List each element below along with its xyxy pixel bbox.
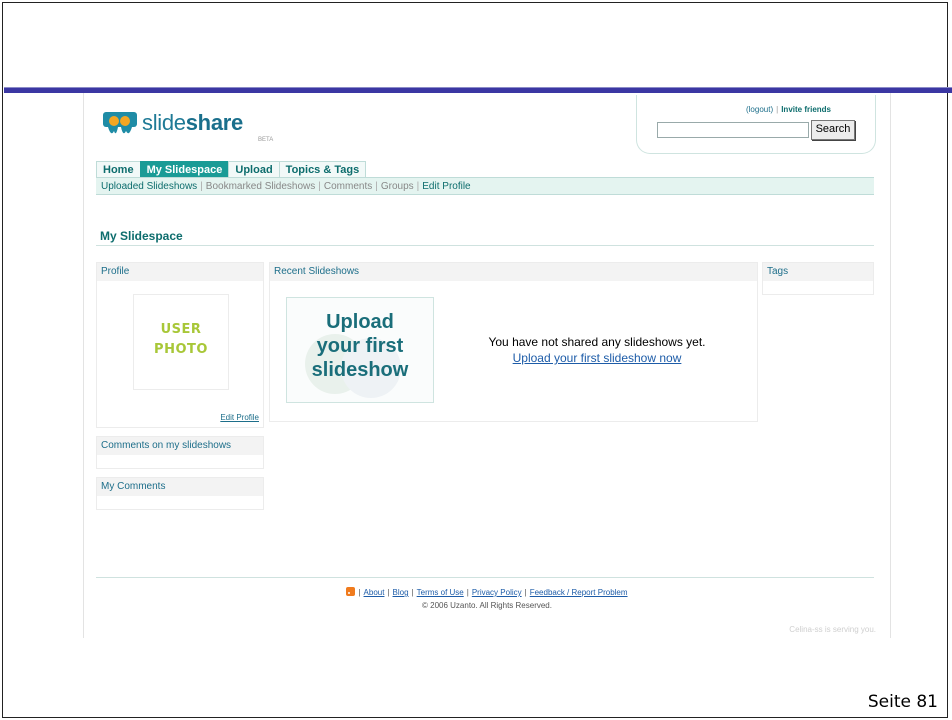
upload-first-slideshow-tile[interactable]: Upload your first slideshow: [286, 297, 434, 403]
search-input[interactable]: [657, 122, 809, 138]
tab-my-slidespace[interactable]: My Slidespace: [139, 161, 229, 177]
tags-heading: Tags: [763, 263, 873, 281]
subnav-groups[interactable]: Groups: [381, 181, 414, 192]
upload-first-slideshow-link[interactable]: Upload your first slideshow now: [462, 351, 732, 365]
tags-panel: Tags: [762, 262, 874, 295]
recent-slideshows-panel: Recent Slideshows Upload your first slid…: [269, 262, 758, 422]
page-title: My Slidespace: [100, 229, 183, 243]
footer-links: | About | Blog | Terms of Use | Privacy Policy |…: [84, 587, 890, 597]
title-divider: [96, 245, 874, 246]
slideshare-logo[interactable]: slideshare BETA: [102, 107, 282, 147]
subnav-edit-profile[interactable]: Edit Profile: [422, 181, 470, 192]
my-comments-heading: My Comments: [97, 478, 263, 496]
user-photo-line1: USER: [160, 322, 202, 337]
upload-tile-text: Upload your first slideshow: [311, 311, 409, 381]
recent-slideshows-heading: Recent Slideshows: [270, 263, 757, 281]
comments-on-slideshows-heading: Comments on my slideshows: [97, 437, 263, 455]
footer-terms-link[interactable]: Terms of Use: [417, 588, 464, 597]
logout-link[interactable]: logout: [749, 105, 771, 114]
footer-privacy-link[interactable]: Privacy Policy: [472, 588, 522, 597]
logo-beta-label: BETA: [258, 137, 274, 143]
subnav-bookmarked[interactable]: Bookmarked Slideshows: [206, 181, 316, 192]
footer-about-link[interactable]: About: [364, 588, 385, 597]
tab-topics-tags[interactable]: Topics & Tags: [278, 161, 367, 177]
main-tabs: Home My Slidespace Upload Topics & Tags: [96, 161, 367, 177]
invite-friends-link[interactable]: Invite friends: [781, 105, 831, 114]
subnav-comments[interactable]: Comments: [324, 181, 372, 192]
logo-wordmark: slideshare: [142, 110, 243, 135]
user-photo-line2: PHOTO: [154, 342, 208, 357]
user-photo-placeholder: USER PHOTO: [133, 294, 229, 390]
footer-divider: [96, 577, 874, 578]
copyright-text: © 2006 Uzanto. All Rights Reserved.: [422, 601, 552, 610]
sub-navigation: Uploaded Slideshows | Bookmarked Slideshow…: [96, 177, 874, 195]
slide-page-number: Seite 81: [867, 692, 938, 712]
empty-state-message: You have not shared any slideshows yet.: [488, 335, 706, 349]
my-comments-panel: My Comments: [96, 477, 264, 510]
account-box: (logout) | Invite friends Search: [636, 95, 876, 154]
search-button[interactable]: Search: [811, 120, 855, 140]
footer-feedback-link[interactable]: Feedback / Report Problem: [530, 588, 628, 597]
slideshare-screenshot: slideshare BETA (logout) | Invite friends …: [83, 93, 891, 638]
comments-on-slideshows-panel: Comments on my slideshows: [96, 436, 264, 469]
profile-panel: Profile USER PHOTO Edit Profile: [96, 262, 264, 428]
edit-profile-link[interactable]: Edit Profile: [220, 413, 259, 422]
slideshare-logo-icon: [103, 112, 137, 134]
account-links: (logout) | Invite friends: [745, 105, 831, 114]
footer-blog-link[interactable]: Blog: [393, 588, 409, 597]
rss-icon[interactable]: [346, 587, 356, 596]
tab-upload[interactable]: Upload: [228, 161, 279, 177]
subnav-uploaded[interactable]: Uploaded Slideshows: [101, 181, 197, 192]
profile-heading: Profile: [97, 263, 263, 281]
server-note: Celina-ss is serving you.: [789, 625, 876, 634]
tab-home[interactable]: Home: [96, 161, 140, 177]
